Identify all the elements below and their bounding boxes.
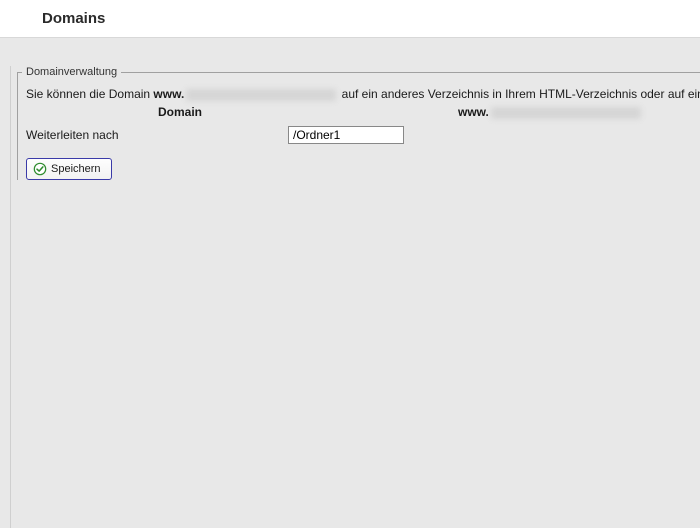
column-www-label: www. bbox=[458, 105, 489, 119]
domain-management-group: Domainverwaltung Sie können die Domain w… bbox=[17, 66, 700, 180]
redirect-label: Weiterleiten nach bbox=[26, 128, 288, 142]
desc-suffix: auf ein anderes Verzeichnis in Ihrem HTM… bbox=[342, 87, 700, 101]
column-headers: Domain www. bbox=[18, 104, 700, 120]
groupbox-legend: Domainverwaltung bbox=[22, 66, 121, 78]
column-domain-label: Domain bbox=[18, 104, 308, 120]
content-panel: Domainverwaltung Sie können die Domain w… bbox=[10, 66, 700, 528]
column-www: www. bbox=[308, 104, 643, 120]
redirect-row: Weiterleiten nach bbox=[18, 120, 700, 144]
desc-www: www. bbox=[153, 87, 184, 101]
redacted-domain-header bbox=[491, 107, 641, 119]
button-row: Speichern bbox=[18, 144, 700, 180]
redacted-domain bbox=[186, 89, 336, 101]
check-circle-icon bbox=[33, 162, 47, 176]
desc-prefix: Sie können die Domain bbox=[26, 87, 153, 101]
page-title: Domains bbox=[42, 10, 700, 27]
description-text: Sie können die Domain www. auf ein ander… bbox=[18, 84, 700, 104]
save-button[interactable]: Speichern bbox=[26, 158, 112, 180]
page-header: Domains bbox=[0, 0, 700, 38]
redirect-input[interactable] bbox=[288, 126, 404, 144]
save-button-label: Speichern bbox=[51, 163, 101, 175]
